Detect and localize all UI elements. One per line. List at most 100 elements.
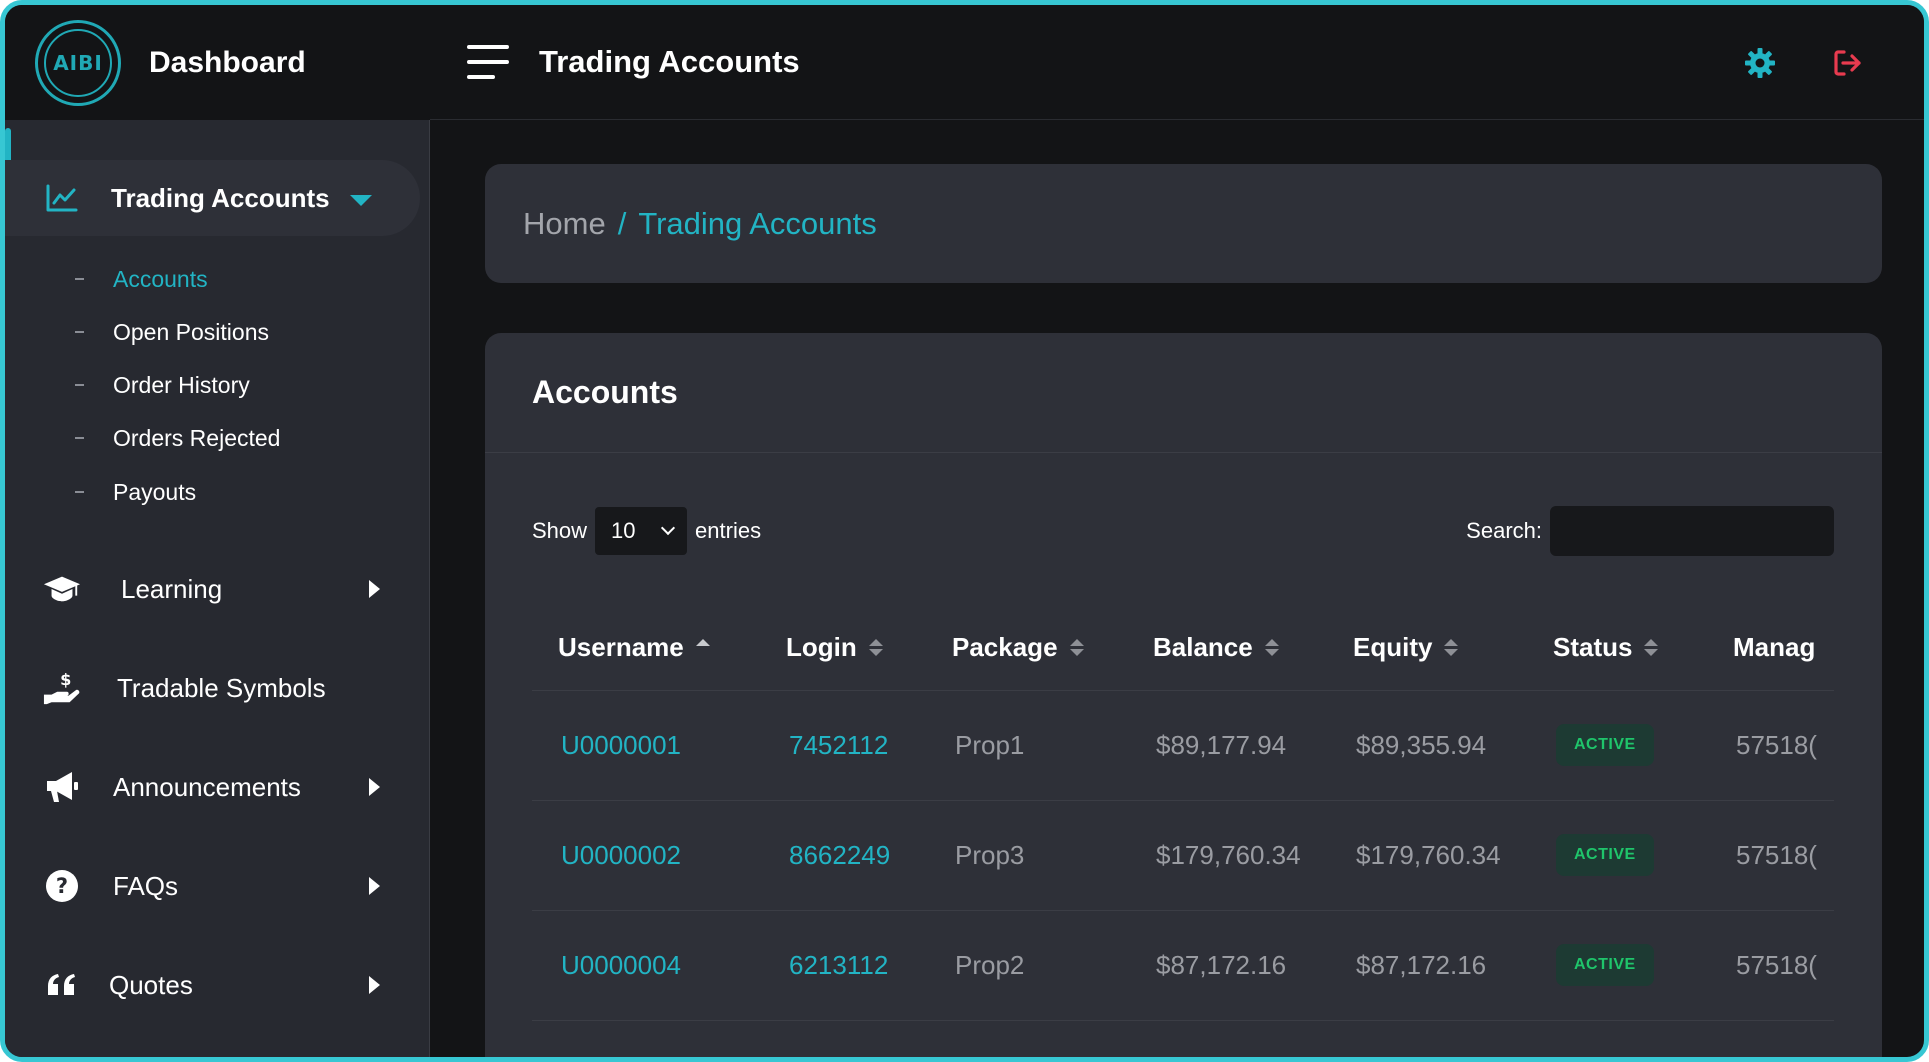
table-row: U0000004 6213112 Prop2 $87,172.16 $87,17…	[532, 910, 1834, 1021]
table-header-row: Username Login Package Balance Equity St…	[532, 605, 1834, 691]
sidebar-item-trading-accounts[interactable]: Trading Accounts	[5, 160, 420, 236]
cell-package: Prop2	[926, 910, 1127, 1021]
svg-text:$: $	[60, 670, 71, 689]
sidebar-item-label: Announcements	[113, 771, 301, 802]
search-label: Search:	[1466, 518, 1542, 543]
cell-login[interactable]: 8662249	[760, 800, 926, 911]
sidebar-subitem-open-positions[interactable]: Open Positions	[75, 312, 269, 352]
status-badge: ACTIVE	[1556, 944, 1654, 986]
cell-login[interactable]: 6213112	[760, 910, 926, 1021]
chevron-down-icon	[660, 520, 676, 536]
sidebar-subitem-accounts[interactable]: Accounts	[75, 259, 208, 299]
sidebar-item-faqs[interactable]: ? FAQs	[5, 848, 430, 924]
sidebar-subitem-label: Order History	[113, 371, 250, 398]
cell-balance: $87,172.16	[1127, 910, 1327, 1021]
cell-status: ACTIVE	[1527, 910, 1707, 1021]
cell-manager: 57518(	[1707, 800, 1834, 911]
show-label: Show	[532, 518, 588, 543]
sort-icon	[868, 638, 883, 656]
breadcrumb: Home / Trading Accounts	[485, 164, 1882, 283]
cell-username[interactable]: U0000002	[532, 800, 760, 911]
sidebar-item-learning[interactable]: Learning	[5, 551, 430, 627]
cell-login[interactable]: 7452112	[760, 690, 926, 801]
card-title: Accounts	[532, 374, 678, 410]
topbar: Trading Accounts	[430, 5, 1924, 120]
breadcrumb-separator: /	[617, 205, 627, 241]
sidebar-subitem-label: Orders Rejected	[113, 424, 281, 451]
cell-equity: $89,355.94	[1327, 690, 1527, 801]
table-row: U0000002 8662249 Prop3 $179,760.34 $179,…	[532, 800, 1834, 911]
column-header-manager[interactable]: Manag	[1707, 605, 1834, 691]
sidebar-item-label: Trading Accounts	[111, 182, 330, 213]
megaphone-icon	[43, 768, 81, 806]
gear-icon[interactable]	[1742, 45, 1778, 81]
chevron-right-icon	[369, 580, 380, 598]
cell-equity: $87,172.16	[1327, 910, 1527, 1021]
cell-package: Prop3	[926, 800, 1127, 911]
sidebar-item-tradable-symbols[interactable]: $ Tradable Symbols	[5, 650, 430, 726]
accounts-table: Username Login Package Balance Equity St…	[532, 605, 1834, 1021]
sidebar-item-quotes[interactable]: Quotes	[5, 947, 430, 1023]
table-controls: Show 10 entries Search:	[532, 506, 1834, 556]
entries-label: entries	[695, 518, 762, 543]
accounts-card: Accounts Show 10 entries Search: Usernam…	[485, 333, 1882, 1057]
sort-icon	[1264, 638, 1279, 656]
sidebar-subitem-order-history[interactable]: Order History	[75, 365, 250, 405]
column-header-username[interactable]: Username	[532, 605, 760, 691]
sidebar-item-label: Tradable Symbols	[117, 672, 326, 703]
sidebar-subitem-label: Accounts	[113, 265, 208, 292]
column-header-balance[interactable]: Balance	[1127, 605, 1327, 691]
sidebar: Trading Accounts Accounts Open Positions…	[5, 120, 430, 1057]
card-header: Accounts	[485, 333, 1882, 453]
sidebar-item-label: FAQs	[113, 870, 179, 901]
sort-ascending-icon	[695, 638, 710, 656]
table-row: U0000001 7452112 Prop1 $89,177.94 $89,35…	[532, 690, 1834, 801]
column-header-package[interactable]: Package	[926, 605, 1127, 691]
entries-select[interactable]: 10	[595, 507, 688, 555]
sidebar-subitem-orders-rejected[interactable]: Orders Rejected	[75, 418, 280, 458]
column-header-equity[interactable]: Equity	[1327, 605, 1527, 691]
cell-username[interactable]: U0000004	[532, 910, 760, 1021]
question-circle-icon: ?	[43, 867, 81, 905]
chevron-right-icon	[369, 976, 380, 994]
hand-dollar-icon: $	[43, 669, 81, 707]
sort-icon	[1069, 638, 1084, 656]
quote-icon	[43, 966, 81, 1004]
search-input[interactable]	[1550, 506, 1834, 556]
logout-icon[interactable]	[1830, 45, 1866, 81]
sidebar-subitem-label: Payouts	[113, 478, 197, 505]
cell-status: ACTIVE	[1527, 690, 1707, 801]
page-title: Trading Accounts	[539, 44, 800, 79]
breadcrumb-current: Trading Accounts	[638, 205, 877, 241]
graduation-cap-icon	[43, 570, 81, 608]
status-badge: ACTIVE	[1556, 834, 1654, 876]
sidebar-item-label: Learning	[121, 573, 223, 604]
cell-username[interactable]: U0000001	[532, 690, 760, 801]
cell-package: Prop1	[926, 690, 1127, 801]
column-header-status[interactable]: Status	[1527, 605, 1707, 691]
cell-equity: $179,760.34	[1327, 800, 1527, 911]
cell-balance: $89,177.94	[1127, 690, 1327, 801]
column-header-login[interactable]: Login	[760, 605, 926, 691]
svg-text:?: ?	[56, 874, 68, 898]
sidebar-subitem-payouts[interactable]: Payouts	[75, 472, 196, 512]
brand-title[interactable]: Dashboard	[149, 46, 306, 80]
logo-text: AIBI	[53, 50, 103, 75]
accounts-table-wrapper[interactable]: Username Login Package Balance Equity St…	[532, 605, 1834, 1021]
cell-status: ACTIVE	[1527, 800, 1707, 911]
sort-icon	[1644, 638, 1659, 656]
cell-manager: 57518(	[1707, 910, 1834, 1021]
chart-line-icon	[43, 179, 81, 217]
chevron-right-icon	[369, 778, 380, 796]
sort-icon	[1444, 638, 1459, 656]
sidebar-item-announcements[interactable]: Announcements	[5, 749, 430, 825]
breadcrumb-home-link[interactable]: Home	[523, 206, 606, 242]
sidebar-subitem-label: Open Positions	[113, 318, 269, 345]
brand-area: AIBI Dashboard	[5, 5, 430, 120]
menu-toggle-icon[interactable]	[467, 45, 511, 79]
logo[interactable]: AIBI	[35, 19, 121, 106]
chevron-right-icon	[369, 877, 380, 895]
entries-select-value: 10	[611, 518, 636, 543]
app-window: AIBI Dashboard Trading Accounts Trading …	[0, 0, 1929, 1062]
cell-manager: 57518(	[1707, 690, 1834, 801]
